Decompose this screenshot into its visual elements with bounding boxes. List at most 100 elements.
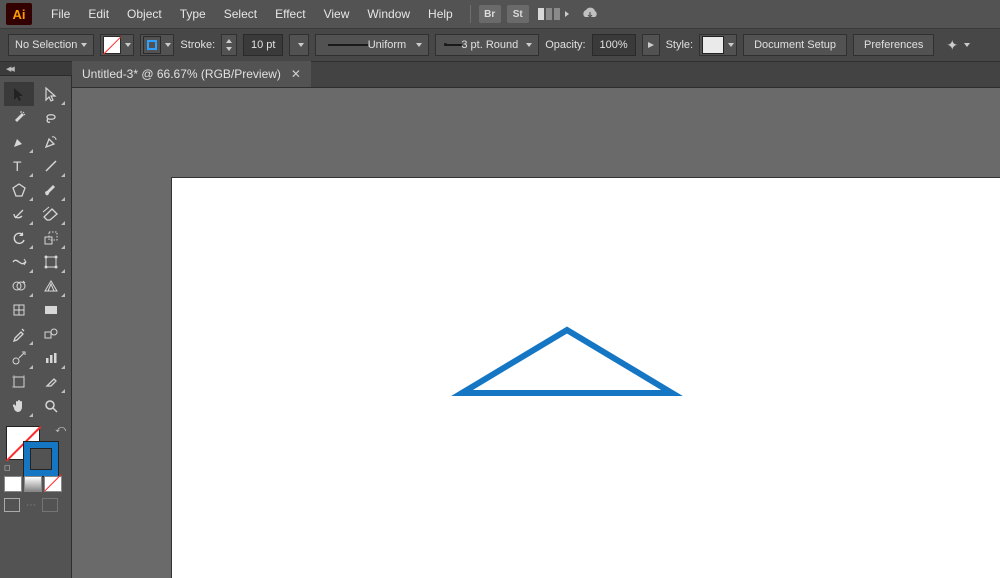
style-swatch-icon [702,36,724,54]
color-mode-gradient[interactable] [24,476,42,492]
menu-file[interactable]: File [42,0,79,28]
scale-tool[interactable] [36,226,66,250]
rectangle-tool[interactable] [4,178,34,202]
svg-text:T: T [13,158,22,174]
eyedropper-tool[interactable] [4,322,34,346]
paintbrush-tool[interactable] [36,178,66,202]
stepper-arrows-icon [224,36,234,54]
swap-fill-stroke-icon[interactable]: ⤺ [55,424,66,435]
selection-tool[interactable] [4,82,34,106]
type-tool[interactable]: T [4,154,34,178]
app-logo: Ai [6,3,32,25]
line-segment-tool[interactable] [36,154,66,178]
profile-name: 3 pt. Round [461,39,518,51]
curvature-tool[interactable] [36,130,66,154]
document-tab-title: Untitled-3* @ 66.67% (RGB/Preview) [82,67,281,81]
stock-icon[interactable]: St [507,5,529,23]
sync-settings-icon[interactable] [579,5,601,23]
lasso-tool[interactable] [36,106,66,130]
selection-indicator[interactable]: No Selection [8,34,94,56]
artboard-tool[interactable] [4,370,34,394]
tool-panel-collapse[interactable]: ◀◀ [0,62,72,76]
menu-type[interactable]: Type [171,0,215,28]
chevron-down-icon[interactable] [964,43,970,47]
fill-none-icon [103,36,121,54]
opacity-input[interactable]: 100% [592,34,636,56]
stroke-weight-input[interactable]: 10 pt [243,34,283,56]
menu-select[interactable]: Select [215,0,266,28]
pen-tool[interactable] [4,130,34,154]
opacity-label: Opacity: [545,39,585,51]
arrange-documents-button[interactable] [535,5,575,23]
column-graph-tool[interactable] [36,346,66,370]
blend-tool[interactable] [36,322,66,346]
artboard[interactable] [172,178,1000,578]
zoom-tool[interactable] [36,394,66,418]
draw-screen-mode-row: ⋯ [4,498,67,512]
menu-edit[interactable]: Edit [79,0,118,28]
fill-stroke-indicator[interactable]: ⤺ ◻ [4,424,66,472]
menu-help[interactable]: Help [419,0,462,28]
menu-bar: Ai File Edit Object Type Select Effect V… [0,0,1000,28]
stroke-weight-stepper[interactable] [221,34,237,56]
chevron-down-icon [81,43,87,47]
eraser-tool[interactable] [36,202,66,226]
opacity-dropdown[interactable] [642,34,660,56]
symbol-sprayer-tool[interactable] [4,346,34,370]
mesh-tool[interactable] [4,298,34,322]
align-flyout-icon[interactable]: ✦ [946,37,958,54]
style-label: Style: [666,39,694,51]
width-tool[interactable] [4,250,34,274]
tool-panel: T ⤺ ◻ ⋯ [0,76,72,578]
fill-swatch[interactable] [100,34,134,56]
slice-tool[interactable] [36,370,66,394]
menu-effect[interactable]: Effect [266,0,314,28]
draw-mode-more-icon[interactable]: ⋯ [26,500,36,511]
shaper-tool[interactable] [4,202,34,226]
perspective-grid-tool[interactable] [36,274,66,298]
stroke-label: Stroke: [180,39,215,51]
free-transform-tool[interactable] [36,250,66,274]
chevron-down-icon [298,43,304,47]
stroke-indicator[interactable] [24,442,58,476]
selection-label: No Selection [15,39,77,51]
width-profile-preview: 3 pt. Round [442,36,522,54]
canvas-area[interactable] [72,88,1000,578]
chevron-down-icon [728,43,734,47]
direct-selection-tool[interactable] [36,82,66,106]
variable-width-profile[interactable]: 3 pt. Round [435,34,539,56]
brush-definition[interactable]: Uniform [315,34,429,56]
default-fill-stroke-icon[interactable]: ◻ [4,463,11,472]
control-bar: No Selection Stroke: 10 pt Uniform 3 pt.… [0,28,1000,62]
document-setup-button[interactable]: Document Setup [743,34,847,56]
shape-builder-tool[interactable] [4,274,34,298]
menu-view[interactable]: View [315,0,359,28]
document-tab[interactable]: Untitled-3* @ 66.67% (RGB/Preview) ✕ [72,61,311,87]
divider [470,5,471,23]
preferences-button[interactable]: Preferences [853,34,934,56]
stroke-swatch[interactable] [140,34,174,56]
brush-name: Uniform [368,39,407,51]
stroke-weight-dropdown[interactable] [289,34,309,56]
screen-mode[interactable] [42,498,58,512]
document-tab-strip: Untitled-3* @ 66.67% (RGB/Preview) ✕ [72,62,1000,88]
stroke-color-icon [143,36,161,54]
gradient-tool[interactable] [36,298,66,322]
close-tab-icon[interactable]: ✕ [291,67,301,81]
color-mode-row [4,476,67,492]
menu-object[interactable]: Object [118,0,171,28]
chevron-down-icon [125,43,131,47]
menu-window[interactable]: Window [358,0,419,28]
triangle-shape[interactable] [172,178,1000,578]
brush-preview: Uniform [322,36,412,54]
chevron-down-icon [526,43,532,47]
color-mode-none[interactable] [44,476,62,492]
draw-normal[interactable] [4,498,20,512]
magic-wand-tool[interactable] [4,106,34,130]
chevron-down-icon [416,43,422,47]
bridge-icon[interactable]: Br [479,5,501,23]
rotate-tool[interactable] [4,226,34,250]
hand-tool[interactable] [4,394,34,418]
graphic-style[interactable] [699,34,737,56]
color-mode-solid[interactable] [4,476,22,492]
